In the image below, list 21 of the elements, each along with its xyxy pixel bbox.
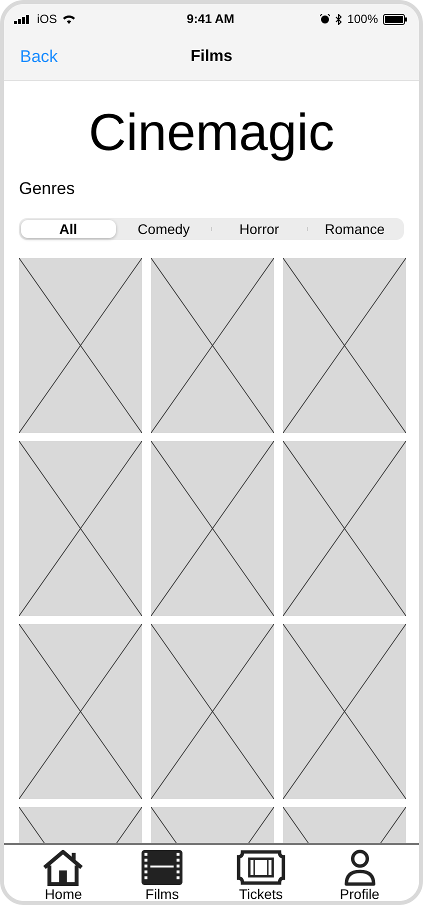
- genre-tab[interactable]: Horror: [212, 220, 306, 238]
- tab-bar-item[interactable]: Tickets: [220, 849, 301, 901]
- alarm-icon: [320, 14, 330, 24]
- genre-tab[interactable]: All: [21, 220, 116, 238]
- wifi-icon: [62, 14, 76, 24]
- bluetooth-icon: [335, 14, 342, 24]
- app-title: Cinemagic: [88, 103, 336, 163]
- genre-tab[interactable]: Romance: [308, 220, 402, 238]
- screen-title: Films: [190, 48, 232, 66]
- clock-time: 9:41 AM: [186, 12, 234, 26]
- tab-bar-item[interactable]: Profile: [320, 849, 400, 901]
- film-strip-icon: [139, 849, 186, 886]
- battery-icon: [383, 14, 407, 24]
- tab-bar-item[interactable]: Home: [23, 849, 104, 901]
- section-label: Genres: [19, 179, 76, 199]
- ticket-icon: [236, 849, 286, 886]
- signal-icon: [14, 14, 32, 24]
- carrier-label: iOS: [37, 12, 58, 26]
- tab-bar-item[interactable]: Films: [122, 849, 202, 901]
- battery-percent: 100%: [347, 12, 378, 26]
- genre-tab[interactable]: Comedy: [116, 220, 211, 238]
